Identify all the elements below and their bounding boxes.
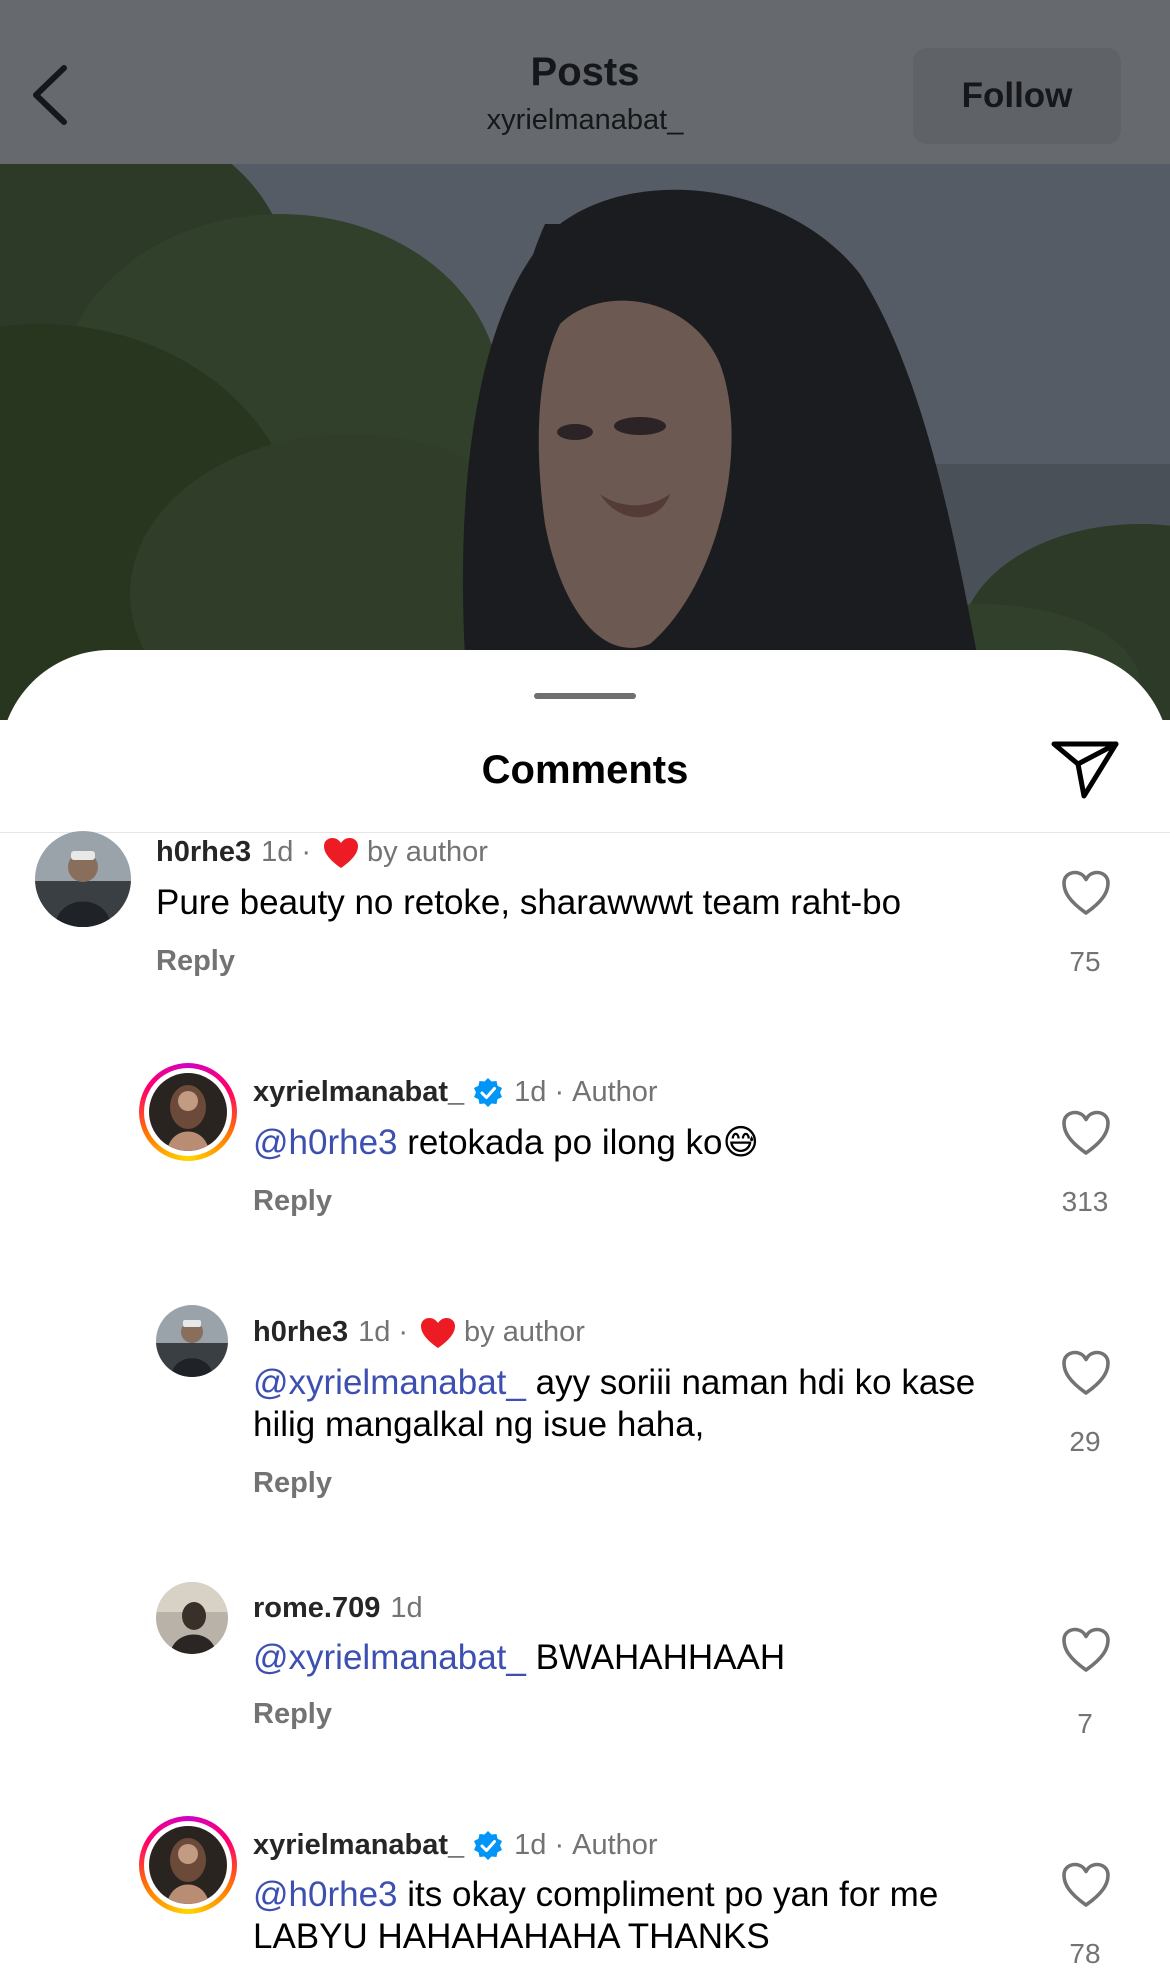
comment-mention[interactable]: @h0rhe3: [253, 1875, 407, 1914]
comment-time: 1d: [514, 1076, 547, 1108]
comment-username[interactable]: h0rhe3: [253, 1316, 348, 1349]
post-photo-image: [0, 164, 1170, 720]
comment-username[interactable]: xyrielmanabat_: [253, 1829, 464, 1862]
comments-title: Comments: [481, 748, 689, 792]
like-count: 29: [1069, 1426, 1101, 1457]
post-background: Posts xyrielmanabat_ Follow: [0, 0, 1170, 720]
comment-mention[interactable]: @xyrielmanabat_: [253, 1638, 536, 1677]
comment-meta: xyrielmanabat_ 1d · Author: [253, 1829, 658, 1862]
sheet-drag-handle[interactable]: [534, 693, 636, 699]
like-count: 313: [1061, 1186, 1109, 1217]
reply-button[interactable]: Reply: [253, 1185, 332, 1218]
comment-body: BWAHAHHAAH: [535, 1638, 786, 1677]
comment-mention[interactable]: @xyrielmanabat_: [253, 1363, 536, 1402]
heart-outline-icon: [1062, 1350, 1110, 1395]
like-count: 7: [1077, 1708, 1093, 1739]
paper-plane-icon: [1051, 741, 1119, 799]
comment-meta: h0rhe3 1d · by author: [156, 836, 488, 869]
comment-time: 1d: [514, 1829, 547, 1861]
comment-meta: xyrielmanabat_ 1d · Author: [253, 1076, 658, 1109]
comment-body: retokada po ilong ko😅: [407, 1123, 759, 1162]
share-button[interactable]: [1048, 732, 1122, 806]
avatar[interactable]: [156, 1305, 228, 1377]
comment-text: @h0rhe3 retokada po ilong ko😅: [253, 1122, 1033, 1164]
liked-by-author-label: by author: [367, 836, 488, 868]
like-button[interactable]: [1057, 1106, 1115, 1160]
comment-text: @xyrielmanabat_ ayy soriii naman hdi ko …: [253, 1362, 1013, 1446]
comment-time: 1d: [261, 836, 294, 868]
heart-outline-icon: [1062, 1110, 1110, 1155]
like-count: 75: [1069, 946, 1101, 977]
avatar-image: [149, 1073, 227, 1151]
avatar-image: [156, 1305, 228, 1377]
verified-badge-icon: [472, 1077, 504, 1109]
avatar-image: [156, 1582, 228, 1654]
avatar-story-ring[interactable]: [139, 1063, 237, 1161]
avatar[interactable]: [35, 831, 131, 927]
reply-button[interactable]: Reply: [253, 1467, 332, 1500]
avatar-image: [35, 831, 131, 927]
comment-mention[interactable]: @h0rhe3: [253, 1123, 407, 1162]
comment-time: 1d: [390, 1592, 423, 1624]
like-button[interactable]: [1057, 1858, 1115, 1912]
author-label: Author: [572, 1829, 658, 1861]
liked-by-author-label: by author: [464, 1316, 585, 1348]
like-count: 78: [1069, 1938, 1101, 1969]
sheet-divider: [0, 832, 1170, 833]
comment-username[interactable]: xyrielmanabat_: [253, 1076, 464, 1109]
comment-text: Pure beauty no retoke, sharawwwt team ra…: [156, 882, 1016, 924]
comments-sheet: Comments h0rhe3 1d · by author Pure beau…: [0, 650, 1170, 1988]
top-header: Posts xyrielmanabat_ Follow: [0, 0, 1170, 164]
heart-outline-icon: [1062, 870, 1110, 915]
meta-separator: ·: [554, 1076, 565, 1108]
author-label: Author: [572, 1076, 658, 1108]
like-button[interactable]: [1057, 1623, 1115, 1677]
comment-time: 1d: [358, 1316, 391, 1348]
verified-badge-icon: [472, 1830, 504, 1862]
comment-text: @h0rhe3 its okay compliment po yan for m…: [253, 1874, 1033, 1958]
comment-username[interactable]: h0rhe3: [156, 836, 251, 869]
heart-outline-icon: [1062, 1627, 1110, 1672]
like-button[interactable]: [1057, 1346, 1115, 1400]
comment-username[interactable]: rome.709: [253, 1592, 380, 1625]
comment-body: Pure beauty no retoke, sharawwwt team ra…: [156, 883, 902, 922]
reply-button[interactable]: Reply: [253, 1698, 332, 1731]
avatar-story-ring[interactable]: [139, 1816, 237, 1914]
comment-text: @xyrielmanabat_ BWAHAHHAAH: [253, 1637, 1013, 1679]
reply-button[interactable]: Reply: [156, 945, 235, 978]
red-heart-icon: [323, 837, 359, 869]
heart-outline-icon: [1062, 1862, 1110, 1907]
red-heart-icon: [420, 1317, 456, 1349]
like-button[interactable]: [1057, 866, 1115, 920]
comment-meta: h0rhe3 1d · by author: [253, 1316, 585, 1349]
avatar-image: [149, 1826, 227, 1904]
meta-separator: ·: [301, 836, 312, 868]
avatar[interactable]: [156, 1582, 228, 1654]
meta-separator: ·: [554, 1829, 565, 1861]
follow-button[interactable]: Follow: [913, 48, 1121, 144]
post-photo: [0, 164, 1170, 720]
meta-separator: ·: [398, 1316, 409, 1348]
comment-meta: rome.709 1d: [253, 1592, 423, 1625]
